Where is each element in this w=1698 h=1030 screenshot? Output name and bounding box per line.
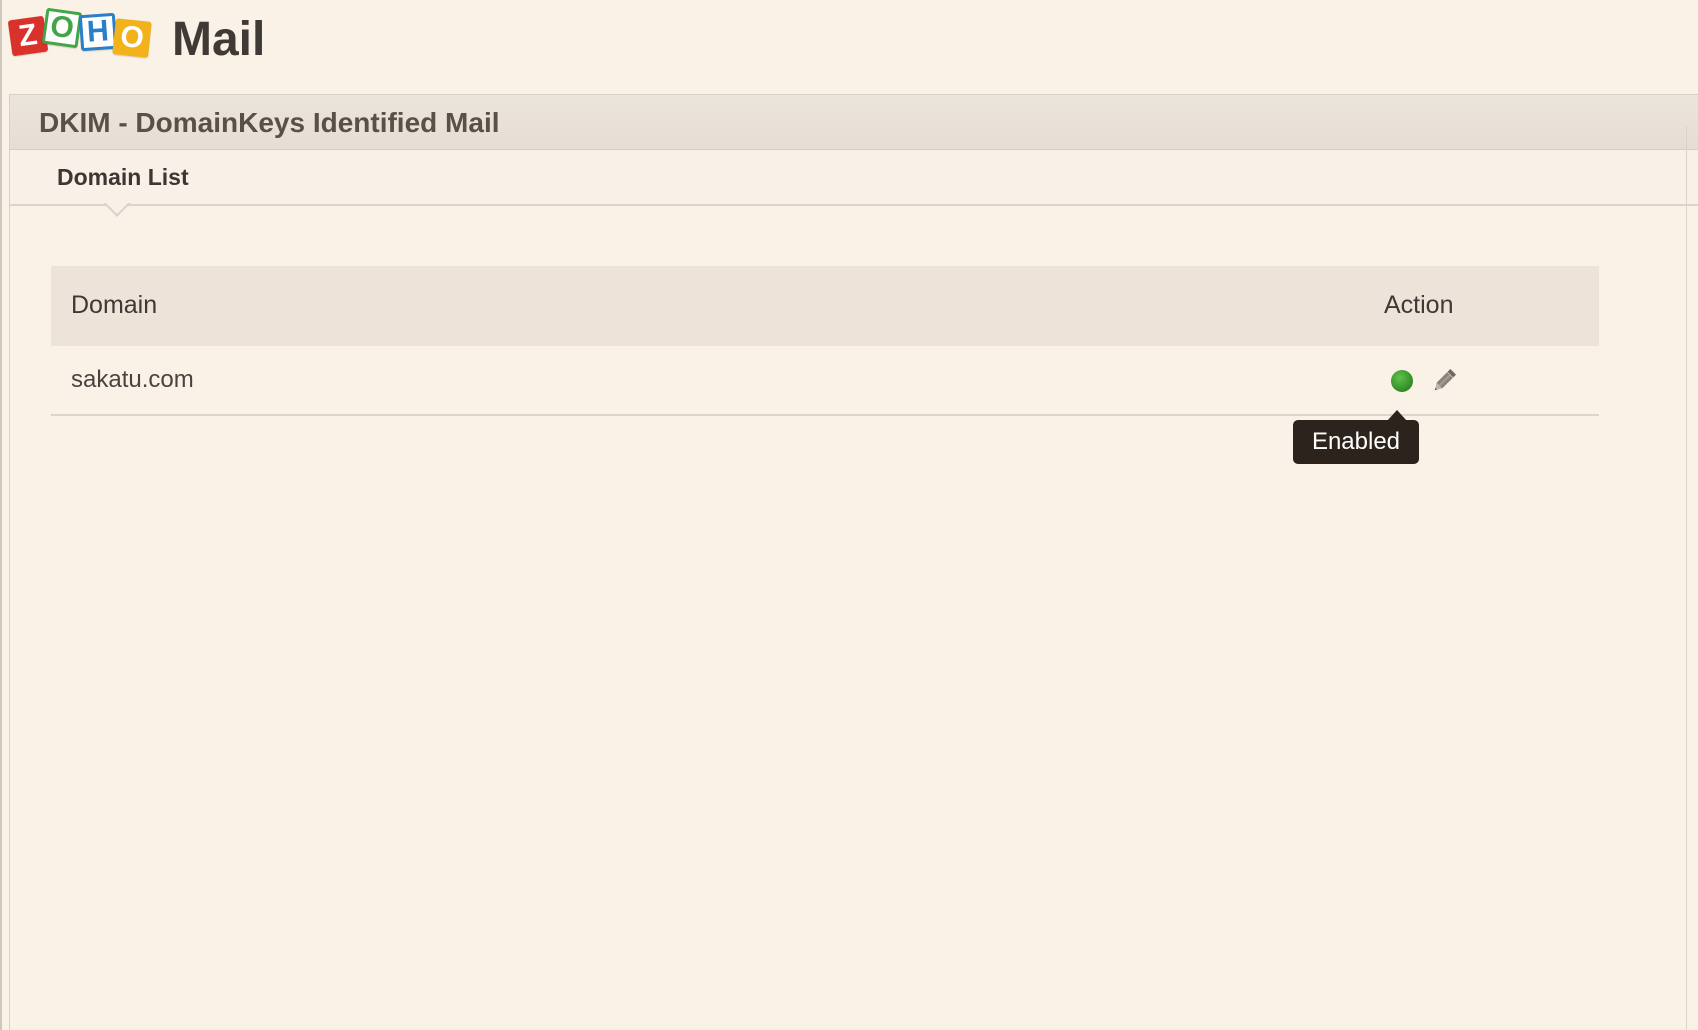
tab-domain-list[interactable]: Domain List (57, 164, 189, 191)
table-row: sakatu.com (51, 346, 1599, 416)
status-enabled-icon[interactable] (1391, 370, 1413, 392)
logo-wordmark: Mail (172, 13, 266, 66)
zoho-logo-tiles: Z O H O (7, 6, 160, 62)
pencil-icon[interactable] (1429, 366, 1459, 396)
column-header-domain: Domain (71, 291, 158, 319)
zoho-mail-logo[interactable]: Z O H O Mail (7, 6, 265, 66)
pencil-icon-svg (1434, 368, 1457, 391)
page: Z O H O Mail DKIM - DomainKeys Identifie… (0, 0, 1698, 1030)
window-edge (0, 0, 2, 1030)
panel-header: DKIM - DomainKeys Identified Mail (10, 95, 1698, 150)
active-tab-indicator-fill (105, 202, 129, 214)
logo-tile-h: H (78, 12, 118, 52)
panel-title: DKIM - DomainKeys Identified Mail (39, 107, 500, 138)
domain-table: Domain Action sakatu.com (51, 266, 1599, 416)
panel-divider (1686, 126, 1687, 1030)
table-header: Domain Action (51, 266, 1599, 346)
status-tooltip: Enabled (1293, 420, 1419, 464)
logo-tile-o1: O (41, 7, 83, 49)
column-header-action: Action (1384, 291, 1454, 319)
dkim-panel: DKIM - DomainKeys Identified Mail Domain… (9, 94, 1698, 1030)
tab-bar: Domain List (10, 150, 1698, 206)
domain-name: sakatu.com (71, 366, 194, 393)
logo-tile-o2: O (112, 18, 152, 58)
